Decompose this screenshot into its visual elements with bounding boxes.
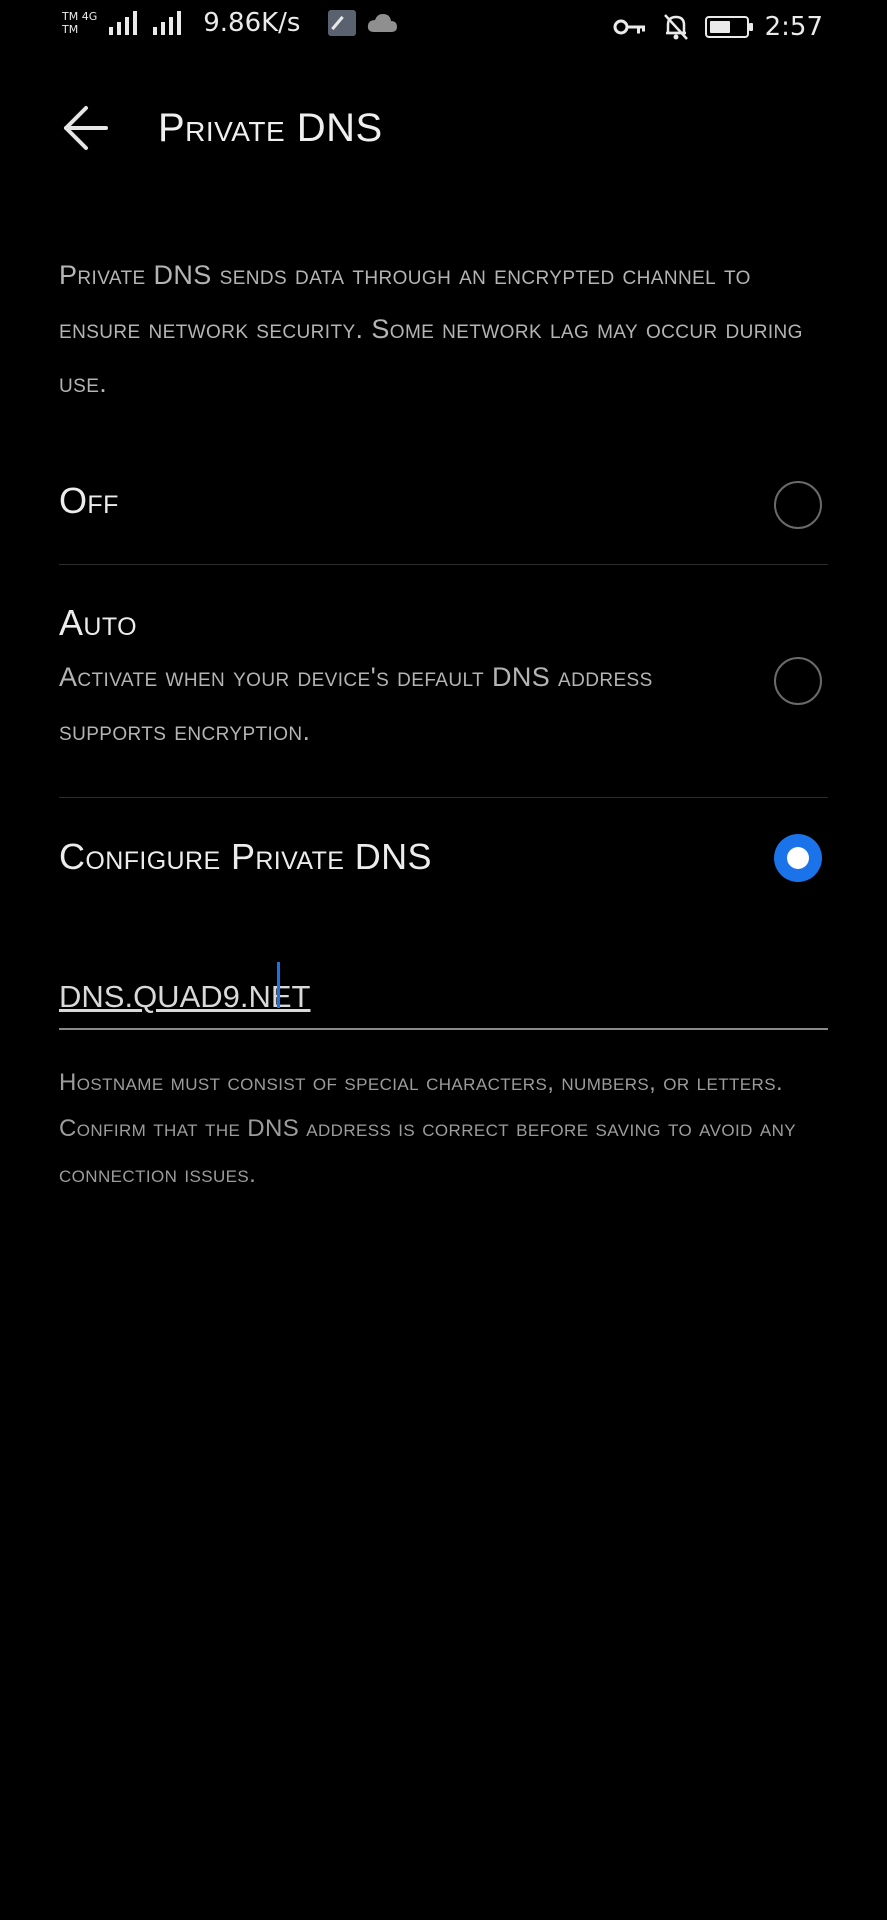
carrier-labels: TM 4G TM: [62, 10, 97, 36]
option-auto-label: Auto: [59, 602, 137, 643]
option-auto[interactable]: Auto Activate when your device's default…: [59, 602, 828, 782]
signal-icon: [153, 11, 182, 35]
vpn-key-icon: [613, 19, 645, 35]
option-auto-description: Activate when your device's default DNS …: [59, 662, 653, 746]
download-icon: [328, 10, 357, 36]
option-configure[interactable]: Configure Private DNS: [59, 834, 828, 906]
cloud-icon: [368, 14, 398, 32]
text-cursor: [277, 962, 280, 1008]
back-button[interactable]: [56, 98, 116, 158]
option-off-label: Off: [59, 480, 119, 521]
option-configure-label: Configure Private DNS: [59, 836, 432, 877]
battery-icon: [704, 16, 753, 38]
status-time: 2:57: [764, 12, 823, 42]
status-bar-right: 2:57: [613, 12, 823, 42]
radio-auto[interactable]: [774, 657, 822, 705]
radio-off[interactable]: [774, 481, 822, 529]
status-bar-left: TM 4G TM 9.86K/s: [62, 8, 398, 38]
private-dns-screen: TM 4G TM 9.86K/s 2:57 Private DNS Privat…: [0, 0, 887, 1920]
divider: [59, 797, 828, 798]
app-bar: Private DNS: [0, 84, 887, 174]
network-speed: 9.86K/s: [203, 8, 301, 38]
option-off[interactable]: Off: [59, 476, 828, 566]
battery-level: [709, 21, 730, 33]
dns-hostname-input[interactable]: [59, 950, 828, 1030]
hostname-hint: Hostname must consist of special charact…: [59, 1069, 796, 1188]
signal-icon: [109, 11, 138, 35]
page-title: Private DNS: [158, 106, 383, 150]
carrier-top-label: TM 4G: [62, 10, 98, 23]
arrow-left-icon: [64, 106, 108, 150]
description-text: Private DNS sends data through an encryp…: [59, 260, 803, 398]
divider: [59, 564, 828, 565]
status-bar: TM 4G TM 9.86K/s 2:57: [0, 0, 887, 60]
carrier-bottom-label: TM: [62, 23, 79, 36]
radio-configure[interactable]: [774, 834, 822, 882]
bell-off-icon: [663, 14, 688, 40]
